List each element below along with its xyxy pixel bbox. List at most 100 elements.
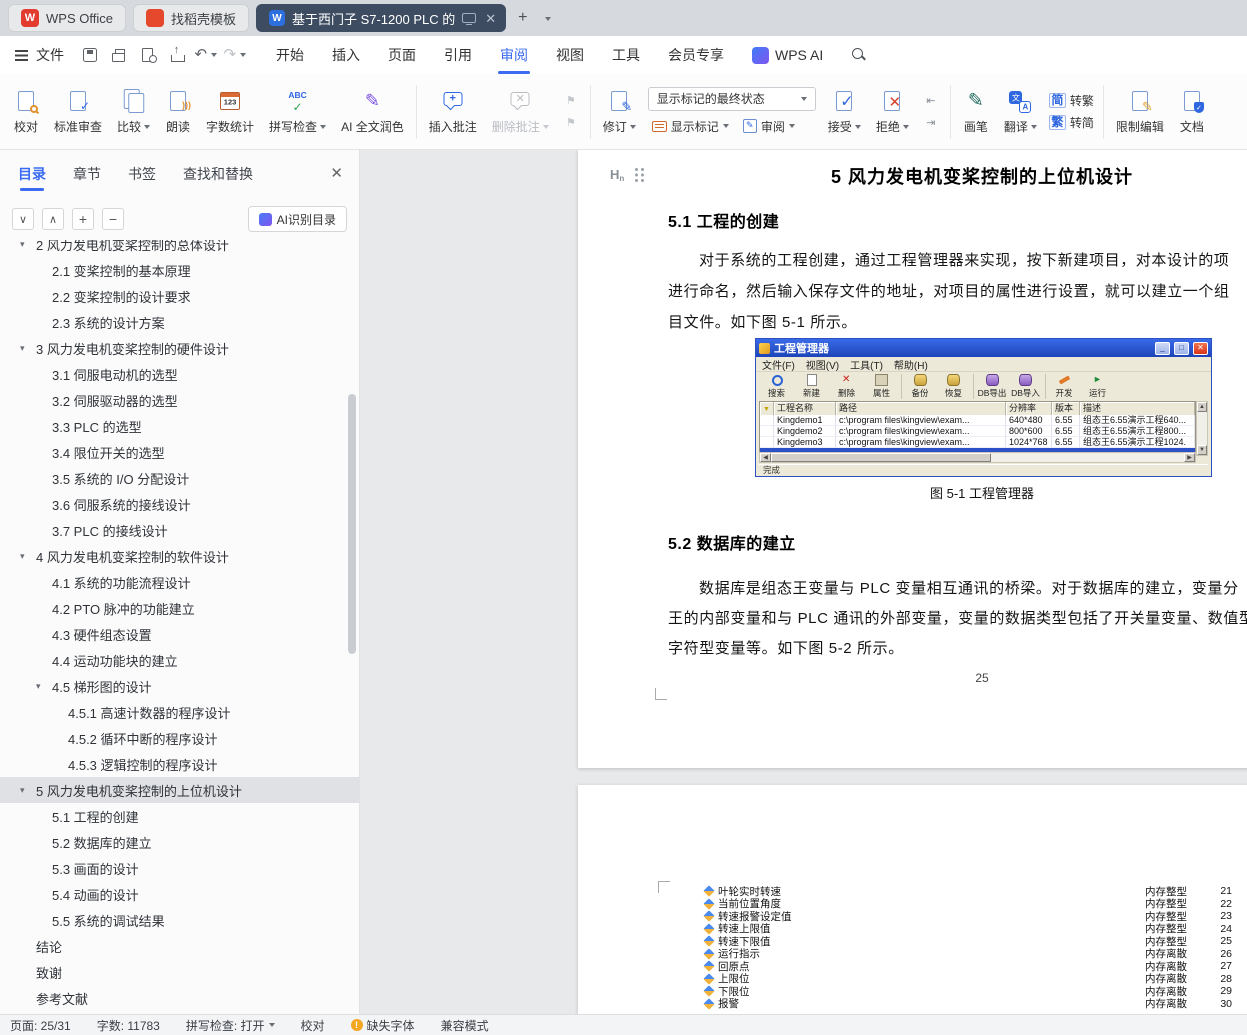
zoom-out-button[interactable]	[102, 208, 124, 230]
markup-state-dropdown[interactable]: 显示标记的最终状态	[647, 86, 816, 111]
toc-item[interactable]: 3.7 PLC 的接线设计	[0, 517, 359, 543]
accept-button[interactable]: ✓ 接受	[821, 80, 868, 144]
ribbon-tab[interactable]: 开始	[262, 36, 318, 74]
collapse-arrow-icon[interactable]	[20, 240, 32, 250]
wps-ai-button[interactable]: WPS AI	[752, 46, 823, 64]
tab-list-chevron-icon[interactable]	[540, 12, 556, 24]
toc-item[interactable]: 3.2 伺服驱动器的选型	[0, 387, 359, 413]
toc-item[interactable]: 4.4 运动功能块的建立	[0, 647, 359, 673]
new-tab-button[interactable]: +	[513, 9, 532, 27]
present-screen-icon[interactable]	[462, 13, 477, 25]
next-change-icon[interactable]: ⇥	[921, 114, 941, 131]
zoom-in-button[interactable]	[72, 208, 94, 230]
toc-item[interactable]: 3.6 伺服系统的接线设计	[0, 491, 359, 517]
ribbon-tab[interactable]: 审阅	[486, 36, 542, 74]
toc-item[interactable]: 2.3 系统的设计方案	[0, 309, 359, 335]
toc-item[interactable]: 3.5 系统的 I/O 分配设计	[0, 465, 359, 491]
restrict-edit-button[interactable]: ✎ 限制编辑	[1109, 80, 1171, 144]
to-traditional-button[interactable]: 简 转繁	[1048, 92, 1094, 109]
translate-button[interactable]: 翻译	[997, 80, 1044, 144]
redo-button[interactable]	[221, 42, 248, 69]
toc-item[interactable]: 5 风力发电机变桨控制的上位机设计	[0, 777, 359, 803]
print-button[interactable]	[105, 42, 132, 69]
sidebar-tab[interactable]: 书签	[128, 150, 156, 198]
compare-button[interactable]: 比较	[110, 80, 157, 144]
page-indicator[interactable]: 页面: 25/31	[10, 1017, 71, 1034]
previous-change-icon[interactable]: ⇤	[921, 92, 941, 109]
ribbon-tab[interactable]: 视图	[542, 36, 598, 74]
toc-item[interactable]: 5.4 动画的设计	[0, 881, 359, 907]
toc-item[interactable]: 2.2 变桨控制的设计要求	[0, 283, 359, 309]
previous-comment-icon[interactable]: ⚑	[561, 92, 581, 109]
document-page-25[interactable]: 5 风力发电机变桨控制的上位机设计 5.1 工程的创建 对于系统的工程创建，通过…	[578, 150, 1247, 768]
expand-all-button[interactable]	[42, 208, 64, 230]
to-simplified-button[interactable]: 繁 转简	[1048, 114, 1094, 131]
document-canvas[interactable]: 5 风力发电机变桨控制的上位机设计 5.1 工程的创建 对于系统的工程创建，通过…	[360, 150, 1247, 1014]
tab-current-document[interactable]: W 基于西门子 S7-1200 PLC 的 ✕	[255, 4, 507, 32]
ai-recognize-toc-button[interactable]: AI识别目录	[247, 206, 347, 232]
proofread-indicator[interactable]: 校对	[301, 1017, 325, 1034]
toc-item[interactable]: 参考文献	[0, 985, 359, 1011]
delete-comment-button[interactable]: 删除批注	[485, 80, 556, 144]
toc-item[interactable]: 致谢	[0, 959, 359, 985]
file-menu-button[interactable]: 文件	[14, 45, 64, 65]
ribbon-tab[interactable]: 引用	[430, 36, 486, 74]
show-markup-button[interactable]: 显示标记	[648, 116, 733, 137]
print-preview-button[interactable]	[134, 42, 161, 69]
ribbon-tab[interactable]: 页面	[374, 36, 430, 74]
save-button[interactable]	[76, 42, 103, 69]
spell-check-button[interactable]: 拼写检查	[262, 80, 333, 144]
proofread-button[interactable]: 校对	[6, 80, 46, 144]
toc-item[interactable]: 4.3 硬件组态设置	[0, 621, 359, 647]
sidebar-tab[interactable]: 章节	[73, 150, 101, 198]
collapse-arrow-icon[interactable]	[36, 681, 48, 692]
close-tab-icon[interactable]: ✕	[483, 12, 496, 25]
tab-wps-office[interactable]: W WPS Office	[8, 4, 126, 32]
toc-item[interactable]: 5.1 工程的创建	[0, 803, 359, 829]
collapse-all-button[interactable]	[12, 208, 34, 230]
output-share-button[interactable]	[163, 42, 190, 69]
doc-permission-button[interactable]: 文档	[1172, 80, 1212, 144]
search-icon[interactable]	[851, 47, 867, 63]
toc-item[interactable]: 2 风力发电机变桨控制的总体设计	[0, 240, 359, 257]
close-sidebar-icon[interactable]: ✕	[330, 164, 343, 182]
collapse-arrow-icon[interactable]	[20, 343, 32, 354]
tab-docer-template[interactable]: 找稻壳模板	[132, 4, 249, 32]
standard-review-button[interactable]: ✓ 标准审查	[47, 80, 109, 144]
toc-item[interactable]: 3.1 伺服电动机的选型	[0, 361, 359, 387]
ribbon-tab[interactable]: 会员专享	[654, 36, 738, 74]
ink-pen-button[interactable]: 画笔	[956, 80, 996, 144]
spellcheck-indicator[interactable]: 拼写检查: 打开	[186, 1017, 275, 1034]
collapse-arrow-icon[interactable]	[20, 785, 32, 796]
read-aloud-button[interactable]: ))) 朗读	[158, 80, 198, 144]
toc-item[interactable]: 4.1 系统的功能流程设计	[0, 569, 359, 595]
undo-button[interactable]	[192, 42, 219, 69]
toc-item[interactable]: 4.5.3 逻辑控制的程序设计	[0, 751, 359, 777]
toc-item[interactable]: 3.4 限位开关的选型	[0, 439, 359, 465]
toc-item[interactable]: 3.3 PLC 的选型	[0, 413, 359, 439]
toc-item[interactable]: 4.5.1 高速计数器的程序设计	[0, 699, 359, 725]
collapse-arrow-icon[interactable]	[20, 551, 32, 562]
document-page-26[interactable]: 叶轮实时转速 内存整型 21 当前位置角度 内存整型 22 转速报警设定值 内存…	[578, 785, 1247, 1014]
word-count-button[interactable]: 字数统计	[199, 80, 261, 144]
toc-item[interactable]: 3 风力发电机变桨控制的硬件设计	[0, 335, 359, 361]
toc-item[interactable]: 5.5 系统的调试结果	[0, 907, 359, 933]
toc-item[interactable]: 结论	[0, 933, 359, 959]
compat-mode-indicator[interactable]: 兼容模式	[441, 1017, 489, 1034]
ribbon-tab[interactable]: 工具	[598, 36, 654, 74]
toc-item[interactable]: 4.2 PTO 脉冲的功能建立	[0, 595, 359, 621]
toc-item[interactable]: 4.5.2 循环中断的程序设计	[0, 725, 359, 751]
next-comment-icon[interactable]: ⚑	[561, 114, 581, 131]
reject-button[interactable]: ✕ 拒绝	[869, 80, 916, 144]
insert-comment-button[interactable]: 插入批注	[422, 80, 484, 144]
ai-polish-button[interactable]: AI 全文润色	[334, 80, 411, 144]
scrollbar-thumb[interactable]	[348, 394, 356, 654]
sidebar-scrollbar[interactable]	[348, 246, 356, 1010]
word-count-indicator[interactable]: 字数: 11783	[97, 1017, 160, 1034]
review-pane-button[interactable]: 审阅	[739, 116, 799, 137]
missing-font-warning[interactable]: ! 缺失字体	[350, 1017, 415, 1034]
toc-item[interactable]: 4.5 梯形图的设计	[0, 673, 359, 699]
sidebar-tab[interactable]: 查找和替换	[183, 150, 253, 198]
track-changes-button[interactable]: ✎ 修订	[596, 80, 643, 144]
sidebar-tab[interactable]: 目录	[18, 150, 46, 198]
